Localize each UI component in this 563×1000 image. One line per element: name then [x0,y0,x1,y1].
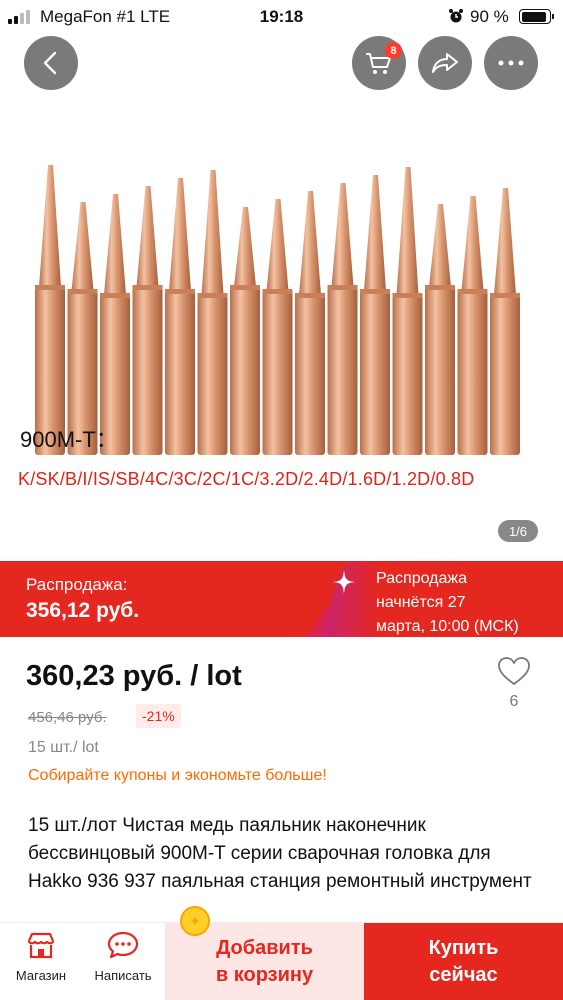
tip-types-label: K/SK/B/I/IS/SB/4C/3C/2C/1C/3.2D/2.4D/1.6… [18,469,475,489]
bottom-action-bar: Магазин Написать Добавить в корзину Купи… [0,922,563,1000]
sale-label: Распродажа: [26,575,128,594]
battery-percent: 90 % [470,7,509,26]
image-pager: 1/6 [498,520,538,542]
back-button[interactable] [24,36,78,90]
sparkle-icon [333,570,355,594]
cart-button[interactable]: 8 [352,36,406,90]
solder-tip [132,186,163,455]
chat-button[interactable]: Написать [82,931,164,983]
solder-tip [457,196,488,455]
coupons-link[interactable]: Собирайте купоны и экономьте больше! [28,767,327,785]
product-title: 15 шт./лот Чистая медь паяльник наконечн… [28,815,532,892]
sale-price: 356,12 руб. [26,599,140,622]
battery-icon [519,9,554,24]
solder-tip [262,199,293,455]
alarm-icon [449,9,463,23]
store-button[interactable]: Магазин [0,931,82,983]
coin-icon[interactable]: ✦ [180,906,210,936]
cart-badge: 8 [385,42,402,59]
solder-tip [35,165,65,455]
sale-notice-line: марта, 10:00 (МСК) [376,618,519,635]
old-price: 456,46 руб. [28,709,107,726]
solder-tip [100,194,130,455]
share-icon [432,53,458,73]
chat-label: Написать [94,968,152,983]
sale-notice-line: начнётся 27 [376,594,466,611]
chat-icon [107,931,139,959]
more-icon [498,60,524,66]
solder-tip [490,188,520,455]
sale-start-notice: Распродажа начнётся 27 марта, 10:00 (МСК… [376,567,519,637]
wishlist-button[interactable]: 6 [496,656,532,711]
product-price: 360,23 руб. / lot [26,660,242,692]
solder-tip [295,191,325,455]
model-label: 900M-T： [20,427,118,452]
add-to-cart-line: Добавить [216,937,313,959]
solder-tip [165,178,195,455]
solder-tip [360,175,390,455]
solder-tip [230,207,260,455]
discount-badge: -21% [136,704,181,728]
wishlist-count: 6 [509,693,519,710]
solder-tip [197,170,228,455]
buy-now-line: сейчас [429,964,498,986]
product-gallery[interactable]: 900M-T： K/SK/B/I/IS/SB/4C/3C/2C/1C/3.2D/… [0,100,563,560]
status-bar: MegaFon #1 LTE 19:18 90 % [0,0,563,34]
solder-tip [425,204,455,455]
add-to-cart-line: в корзину [215,964,314,986]
sale-banner: Распродажа: 356,12 руб. Распродажа начнё… [0,561,563,637]
more-button[interactable] [484,36,538,90]
solder-tip [67,202,98,455]
store-label: Магазин [15,968,67,983]
lot-quantity: 15 шт./ lot [28,739,99,756]
heart-icon [498,657,530,685]
store-icon [27,932,55,959]
buy-now-button[interactable]: Купить сейчас [364,923,563,1000]
sale-notice-line: Распродажа [376,570,467,587]
share-button[interactable] [418,36,472,90]
solder-tip [327,183,358,455]
back-arrow-icon [43,51,57,75]
buy-now-line: Купить [428,937,499,959]
solder-tip [392,167,423,455]
